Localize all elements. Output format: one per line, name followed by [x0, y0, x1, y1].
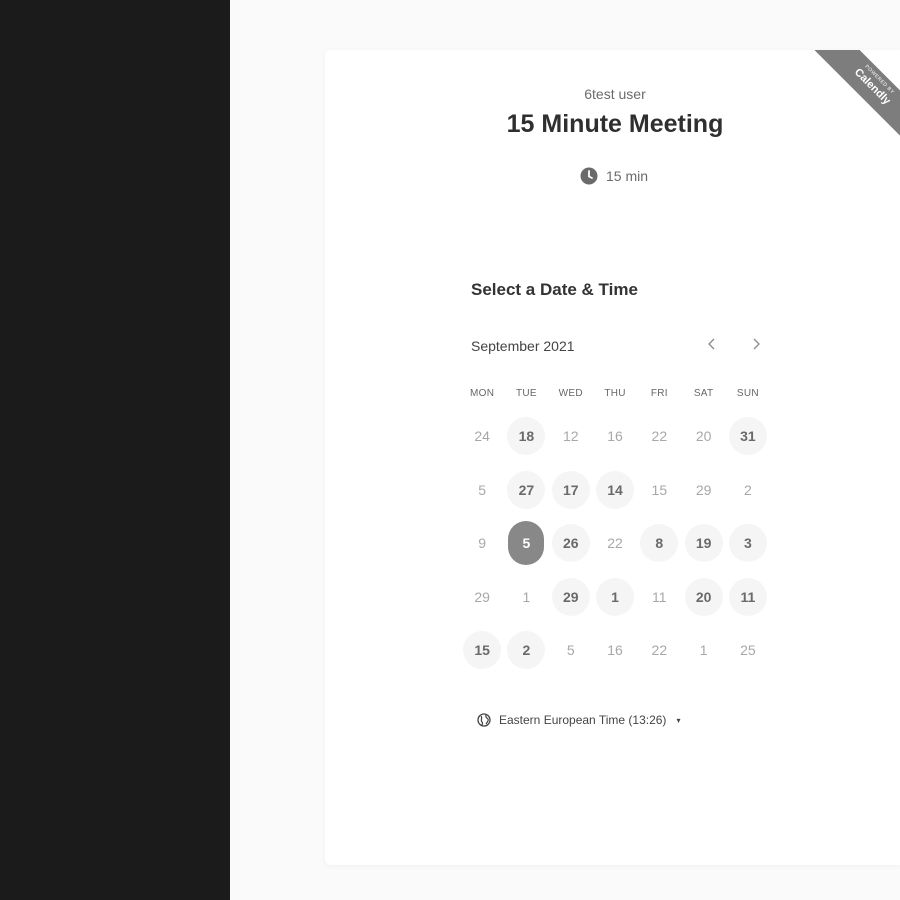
left-dark-panel: [0, 0, 230, 900]
calendar-cell: 5: [504, 517, 548, 571]
disabled-day: 11: [652, 588, 667, 605]
clock-icon: [580, 167, 598, 185]
calendar-cell: 29: [549, 571, 593, 625]
calendar-cell: 24: [460, 410, 504, 464]
calendar-cell: 16: [593, 410, 637, 464]
weekday-label: FRI: [650, 388, 668, 399]
calendar-cell: 2: [726, 464, 770, 518]
calendar-cell: 15: [460, 624, 504, 678]
calendar-cell: 11: [637, 571, 681, 625]
calendar-grid: 24 18 12 16 22 20 31 5 27 17 14 15 29 2 9 5 26 22 8 19 3 29 1 2…: [460, 410, 771, 678]
calendar-cell: 11: [726, 571, 770, 625]
host-name: 6test user: [584, 86, 646, 102]
calendar-cell: 3: [726, 517, 770, 571]
globe-icon: [477, 713, 491, 727]
available-day-button[interactable]: 14: [596, 470, 635, 509]
chevron-left-icon: [708, 338, 715, 350]
duration-label: 15 min: [606, 168, 649, 184]
selected-day-button[interactable]: 5: [508, 521, 545, 565]
weekday-label: MON: [470, 388, 495, 399]
calendar-cell: 5: [460, 464, 504, 518]
weekday-header: MON TUE WED THU FRI SAT SUN: [460, 388, 771, 399]
disabled-day: 29: [474, 588, 490, 605]
disabled-day: 22: [651, 428, 668, 444]
calendar-cell: 27: [504, 464, 548, 518]
available-day-button[interactable]: 18: [507, 417, 546, 455]
disabled-day: 20: [695, 428, 712, 444]
available-day-button[interactable]: 1: [596, 577, 635, 616]
disabled-day: 22: [607, 535, 623, 551]
calendar-cell: 19: [681, 517, 725, 571]
calendar-cell: 22: [637, 410, 681, 464]
disabled-day: 1: [699, 642, 708, 658]
available-day-button[interactable]: 8: [640, 524, 679, 562]
calendar-cell: 18: [504, 410, 548, 464]
timezone-label: Eastern European Time (13:26): [499, 713, 667, 727]
available-day-button[interactable]: 29: [551, 577, 590, 616]
timezone-selector[interactable]: Eastern European Time (13:26) ▾: [477, 710, 680, 730]
calendar-cell: 22: [593, 517, 637, 571]
calendar-cell: 29: [460, 571, 504, 625]
disabled-day: 25: [740, 642, 756, 658]
calendar-cell: 1: [681, 624, 725, 678]
calendar-cell: 1: [593, 571, 637, 625]
calendar-cell: 15: [637, 464, 681, 518]
disabled-day: 29: [695, 481, 712, 498]
available-day-button[interactable]: 17: [551, 470, 590, 509]
available-day-button[interactable]: 15: [463, 631, 502, 669]
month-navigation: September 2021: [471, 336, 771, 358]
disabled-day: 1: [522, 588, 531, 605]
available-day-button[interactable]: 2: [507, 631, 546, 669]
event-title: 15 Minute Meeting: [506, 110, 724, 138]
available-day-button[interactable]: 26: [551, 524, 590, 562]
available-day-button[interactable]: 27: [507, 470, 546, 509]
disabled-day: 12: [562, 428, 579, 444]
calendar-cell: 20: [681, 571, 725, 625]
section-title: Select a Date & Time: [471, 280, 638, 299]
previous-month-button[interactable]: [701, 336, 723, 358]
calendar-cell: 17: [549, 464, 593, 518]
weekday-label: TUE: [515, 388, 537, 399]
booking-card: POWERED BY Calendly 6test user 15 Minute…: [325, 50, 900, 865]
disabled-day: 16: [607, 642, 623, 658]
disabled-day: 15: [651, 481, 668, 498]
weekday-label: SUN: [736, 388, 759, 399]
calendar-cell: 8: [637, 517, 681, 571]
available-day-button[interactable]: 20: [684, 577, 723, 616]
disabled-day: 16: [607, 428, 623, 444]
calendar-cell: 29: [681, 464, 725, 518]
calendar-cell: 16: [593, 624, 637, 678]
calendar-cell: 12: [549, 410, 593, 464]
chevron-right-icon: [753, 338, 760, 350]
month-label: September 2021: [471, 338, 575, 354]
disabled-day: 5: [478, 481, 487, 498]
calendar-cell: 20: [681, 410, 725, 464]
calendar-cell: 31: [726, 410, 770, 464]
weekday-label: SAT: [693, 388, 714, 399]
disabled-day: 5: [566, 642, 575, 658]
available-day-button[interactable]: 19: [684, 524, 723, 562]
available-day-button[interactable]: 31: [728, 417, 767, 455]
weekday-label: THU: [604, 388, 626, 399]
calendar-cell: 5: [549, 624, 593, 678]
disabled-day: 24: [474, 428, 490, 444]
available-day-button[interactable]: 11: [728, 577, 767, 616]
disabled-day: 9: [478, 535, 487, 551]
calendar-cell: 9: [460, 517, 504, 571]
next-month-button[interactable]: [745, 336, 767, 358]
weekday-label: WED: [558, 388, 583, 399]
available-day-button[interactable]: 3: [728, 524, 767, 562]
event-duration: 15 min: [580, 165, 648, 187]
calendar-cell: 1: [504, 571, 548, 625]
disabled-day: 2: [744, 481, 752, 498]
caret-down-icon: ▾: [676, 715, 681, 725]
calendar-cell: 2: [504, 624, 548, 678]
calendar-cell: 22: [637, 624, 681, 678]
disabled-day: 22: [651, 642, 668, 658]
calendar-cell: 14: [593, 464, 637, 518]
calendar-cell: 25: [726, 624, 770, 678]
calendar-cell: 26: [549, 517, 593, 571]
